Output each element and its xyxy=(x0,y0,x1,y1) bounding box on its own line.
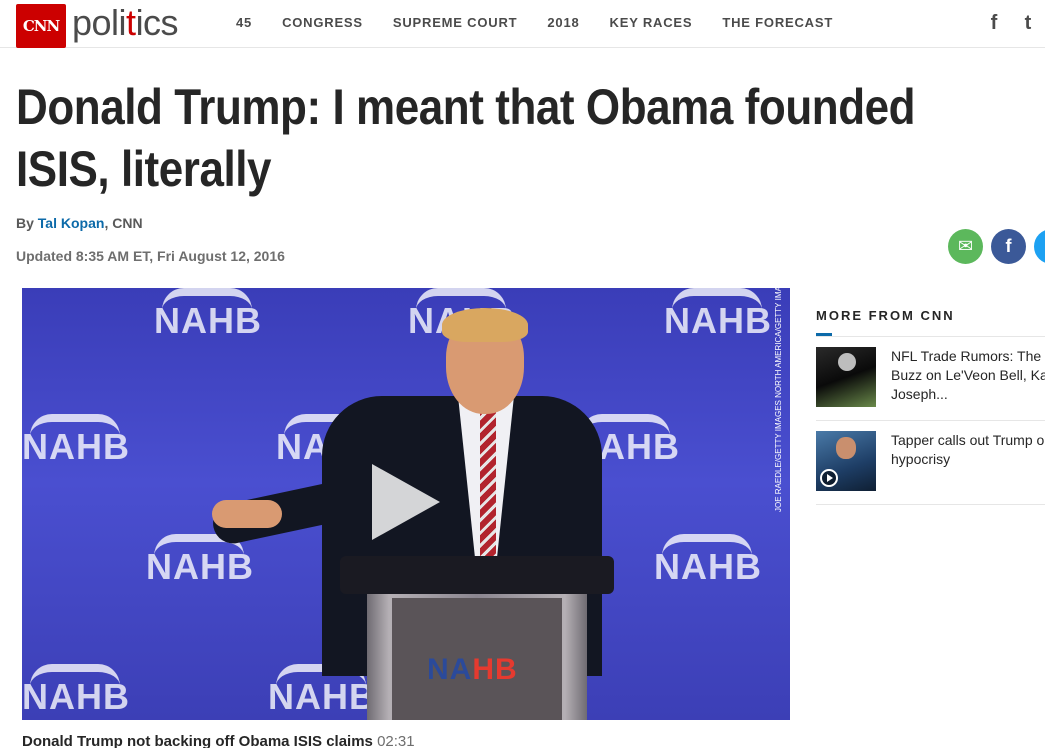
video-caption[interactable]: Donald Trump not backing off Obama ISIS … xyxy=(22,733,415,748)
top-navigation-bar: CNN politics 45 CONGRESS SUPREME COURT 2… xyxy=(0,0,1045,48)
byline-source: , CNN xyxy=(104,215,143,231)
video-duration: 02:31 xyxy=(377,733,415,748)
section-nav: 45 CONGRESS SUPREME COURT 2018 KEY RACES… xyxy=(236,15,833,30)
speaker-tie xyxy=(480,408,496,558)
lectern-top xyxy=(340,556,614,594)
story-headline-line: Tapper calls out Trump or xyxy=(891,432,1045,448)
story-headline-line: NFL Trade Rumors: The L xyxy=(891,348,1045,364)
more-from-cnn-heading: MORE FROM CNN xyxy=(816,308,955,323)
headline-line-2: ISIS, literally xyxy=(16,141,272,197)
video-caption-title: Donald Trump not backing off Obama ISIS … xyxy=(22,733,373,748)
sidebar-story-tapper[interactable]: Tapper calls out Trump or hypocrisy xyxy=(816,421,1045,505)
story-headline-line: Buzz on Le'Veon Bell, Kar xyxy=(891,367,1045,383)
email-icon[interactable]: ✉ xyxy=(948,229,983,264)
twitter-icon[interactable]: t xyxy=(1034,229,1045,264)
backdrop-logo: NAHB xyxy=(268,664,376,717)
speaker-hair xyxy=(442,308,528,342)
nav-item-2018[interactable]: 2018 xyxy=(547,15,579,30)
nav-item-the-forecast[interactable]: THE FORECAST xyxy=(722,15,833,30)
video-player[interactable]: NAHB NAHB NAHB NAHB NAHB NAHB NAHB NAHB … xyxy=(22,288,790,720)
section-logo-accent: t xyxy=(126,2,136,43)
updated-timestamp: Updated 8:35 AM ET, Fri August 12, 2016 xyxy=(16,248,285,264)
play-button-icon[interactable] xyxy=(372,464,440,540)
lectern-logo-hb: HB xyxy=(472,653,518,686)
backdrop-logo: NAHB xyxy=(146,534,254,587)
backdrop-logo: NAHB xyxy=(22,664,130,717)
lectern-logo-na: NA xyxy=(427,653,473,686)
speaker-hand xyxy=(212,500,282,528)
nav-item-45[interactable]: 45 xyxy=(236,15,252,30)
author-link[interactable]: Tal Kopan xyxy=(38,215,105,231)
story-headline-line: Joseph... xyxy=(891,386,948,402)
backdrop-logo: NAHB xyxy=(664,288,772,341)
story-headline[interactable]: NFL Trade Rumors: The L Buzz on Le'Veon … xyxy=(891,347,1045,404)
headline-line-1: Donald Trump: I meant that Obama founded xyxy=(16,79,916,135)
story-thumbnail[interactable] xyxy=(816,431,876,491)
share-buttons: ✉ f t xyxy=(948,229,1045,264)
byline-prefix: By xyxy=(16,215,38,231)
facebook-icon[interactable]: f xyxy=(985,12,1003,34)
nav-item-supreme-court[interactable]: SUPREME COURT xyxy=(393,15,518,30)
article-headline: Donald Trump: I meant that Obama founded… xyxy=(16,76,918,200)
story-thumbnail[interactable] xyxy=(816,347,876,407)
section-logo-prefix: poli xyxy=(72,2,127,43)
twitter-icon[interactable]: t xyxy=(1019,12,1037,34)
backdrop-logo: NAHB xyxy=(154,288,262,341)
nav-item-key-races[interactable]: KEY RACES xyxy=(610,15,693,30)
story-headline-line: hypocrisy xyxy=(891,451,951,467)
cnn-logo[interactable]: CNN xyxy=(16,4,66,48)
header-social-links: f t xyxy=(985,12,1037,34)
video-play-icon xyxy=(820,469,838,487)
lectern-logo: NAHB xyxy=(427,653,518,687)
backdrop-logo: NAHB xyxy=(22,414,130,467)
story-headline[interactable]: Tapper calls out Trump or hypocrisy xyxy=(891,431,1045,469)
backdrop-logo: NAHB xyxy=(654,534,762,587)
byline: By Tal Kopan, CNN xyxy=(16,215,143,231)
politics-section-logo[interactable]: politics xyxy=(72,2,179,44)
section-logo-suffix: ics xyxy=(135,2,179,43)
photo-credit: JOE RAEDLE/GETTY IMAGES NORTH AMERICA/GE… xyxy=(774,288,783,512)
nav-item-congress[interactable]: CONGRESS xyxy=(282,15,363,30)
sidebar-story-nfl[interactable]: NFL Trade Rumors: The L Buzz on Le'Veon … xyxy=(816,337,1045,421)
facebook-icon[interactable]: f xyxy=(991,229,1026,264)
